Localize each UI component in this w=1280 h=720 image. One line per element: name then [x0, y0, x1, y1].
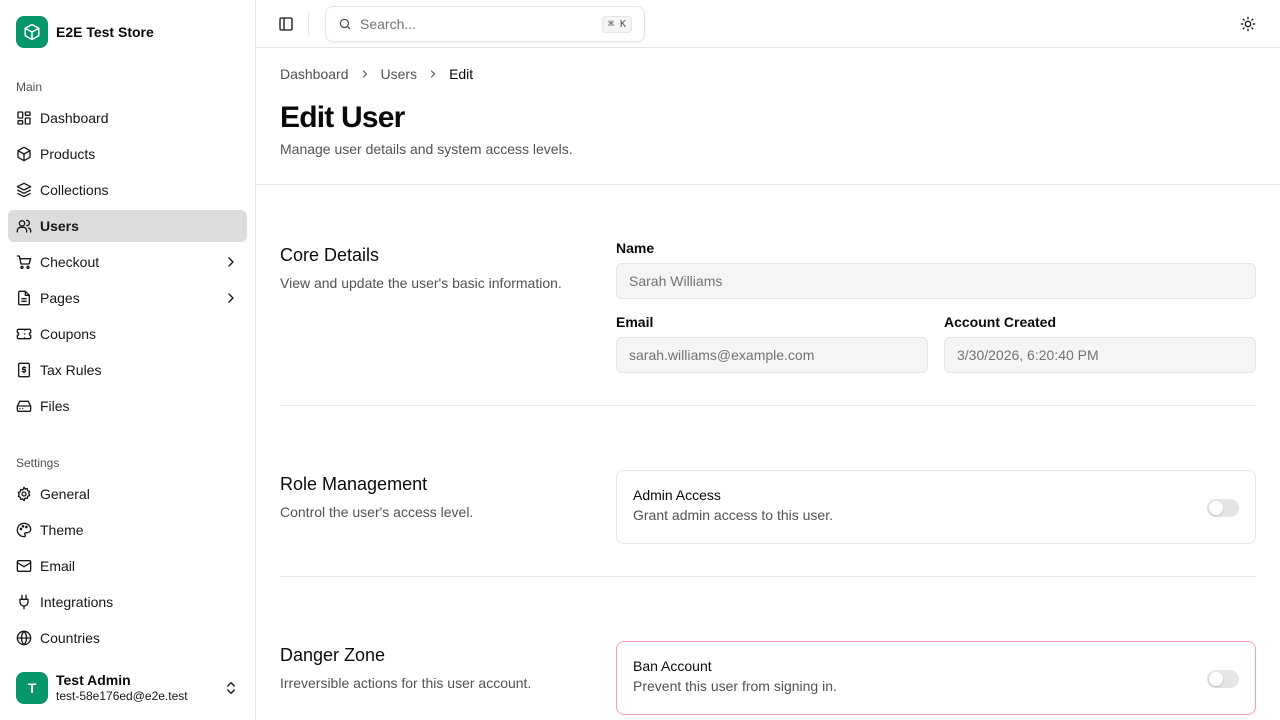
ban-account-toggle[interactable] [1207, 670, 1239, 688]
account-created-field[interactable]: 3/30/2026, 6:20:40 PM [944, 337, 1256, 373]
role-management-title: Role Management [280, 474, 428, 494]
email-label: Email [616, 314, 654, 330]
ticket-icon [16, 326, 32, 342]
sidebar-item-label: Integrations [40, 594, 114, 610]
store-switcher[interactable]: E2E Test Store [16, 16, 154, 48]
settings-nav: General Theme Email Integrations Countri… [8, 478, 247, 658]
admin-access-toggle[interactable] [1207, 499, 1239, 517]
palette-icon [16, 522, 32, 538]
user-name: Test Admin [56, 672, 131, 688]
chevron-right-icon [223, 290, 239, 306]
sidebar-item-collections[interactable]: Collections [8, 174, 247, 206]
account-created-label: Account Created [944, 314, 1057, 330]
sidebar-item-coupons[interactable]: Coupons [8, 318, 247, 350]
mail-icon [16, 558, 32, 574]
package-icon [16, 146, 32, 162]
main-nav: Dashboard Products Collections Users Che… [8, 102, 247, 426]
sidebar-item-label: Email [40, 558, 76, 574]
sidebar-item-label: Products [40, 146, 96, 162]
sidebar-item-products[interactable]: Products [8, 138, 247, 170]
sidebar-item-label: Pages [40, 290, 80, 306]
user-email: test-58e176ed@e2e.test [56, 689, 188, 703]
section-divider [280, 576, 1256, 577]
sidebar-item-users[interactable]: Users [8, 210, 247, 242]
breadcrumb-current: Edit [449, 66, 474, 82]
sidebar-toggle-icon[interactable] [278, 16, 294, 32]
sidebar-item-pages[interactable]: Pages [8, 282, 247, 314]
sidebar-item-dashboard[interactable]: Dashboard [8, 102, 247, 134]
danger-zone-title: Danger Zone [280, 645, 386, 665]
sidebar-item-label: Dashboard [40, 110, 109, 126]
topbar: Search... ⌘ K [256, 0, 1280, 48]
page-subtitle: Manage user details and system access le… [280, 141, 573, 157]
ban-account-title: Ban Account [633, 658, 712, 674]
search-shortcut: ⌘ K [601, 15, 632, 33]
chevron-right-icon [223, 254, 239, 270]
globe-icon [16, 630, 32, 646]
sidebar-item-general[interactable]: General [8, 478, 247, 510]
dashboard-icon [16, 110, 32, 126]
sidebar-item-label: Theme [40, 522, 84, 538]
sun-icon[interactable] [1240, 16, 1256, 32]
sidebar-item-label: Files [40, 398, 70, 414]
name-label: Name [616, 240, 655, 256]
search-placeholder: Search... [360, 16, 417, 32]
sidebar-item-label: Countries [40, 630, 100, 646]
sidebar-item-label: Checkout [40, 254, 100, 270]
plug-icon [16, 594, 32, 610]
breadcrumb-users[interactable]: Users [381, 66, 418, 82]
ban-account-desc: Prevent this user from signing in. [633, 678, 837, 694]
admin-access-title: Admin Access [633, 487, 721, 503]
sidebar-item-tax-rules[interactable]: Tax Rules [8, 354, 247, 386]
box-icon [16, 16, 48, 48]
sidebar-item-label: Users [40, 218, 79, 234]
role-management-desc: Control the user's access level. [280, 504, 474, 520]
danger-zone-desc: Irreversible actions for this user accou… [280, 675, 532, 691]
user-info: Test Admin test-58e176ed@e2e.test [56, 672, 188, 704]
sidebar-item-label: Coupons [40, 326, 97, 342]
settings-group-label: Settings [16, 456, 60, 470]
breadcrumb-dashboard[interactable]: Dashboard [280, 66, 349, 82]
core-details-title: Core Details [280, 245, 380, 265]
core-details-desc: View and update the user's basic informa… [280, 275, 562, 291]
receipt-icon [16, 362, 32, 378]
main-group-label: Main [16, 80, 43, 94]
ban-account-card: Ban Account Prevent this user from signi… [616, 641, 1256, 715]
sidebar: E2E Test Store Main Dashboard Products C… [0, 0, 256, 720]
search-input[interactable]: Search... ⌘ K [325, 6, 645, 42]
chevron-right-icon [427, 68, 439, 80]
breadcrumb: Dashboard Users Edit [280, 64, 473, 84]
sidebar-item-integrations[interactable]: Integrations [8, 586, 247, 618]
layers-icon [16, 182, 32, 198]
sidebar-item-checkout[interactable]: Checkout [8, 246, 247, 278]
admin-access-desc: Grant admin access to this user. [633, 507, 833, 523]
section-divider [280, 405, 1256, 406]
sidebar-item-files[interactable]: Files [8, 390, 247, 422]
hard-drive-icon [16, 398, 32, 414]
page-title: Edit User [280, 101, 405, 134]
header-divider [256, 184, 1280, 185]
avatar: T [16, 672, 48, 704]
name-field[interactable]: Sarah Williams [616, 263, 1256, 299]
toggle-knob [1209, 501, 1223, 515]
email-field[interactable]: sarah.williams@example.com [616, 337, 928, 373]
sidebar-item-email[interactable]: Email [8, 550, 247, 582]
store-name: E2E Test Store [56, 24, 154, 40]
users-icon [16, 218, 32, 234]
sidebar-item-label: Tax Rules [40, 362, 102, 378]
sidebar-item-label: General [40, 486, 90, 502]
chevron-right-icon [359, 68, 371, 80]
cart-icon [16, 254, 32, 270]
topbar-divider [308, 12, 309, 36]
admin-access-card: Admin Access Grant admin access to this … [616, 470, 1256, 544]
toggle-knob [1209, 672, 1223, 686]
sidebar-item-label: Collections [40, 182, 109, 198]
file-icon [16, 290, 32, 306]
sidebar-item-theme[interactable]: Theme [8, 514, 247, 546]
chevrons-up-down-icon [223, 680, 239, 696]
search-icon [338, 17, 352, 31]
gear-icon [16, 486, 32, 502]
user-menu[interactable]: T Test Admin test-58e176ed@e2e.test [8, 664, 247, 712]
sidebar-item-countries[interactable]: Countries [8, 622, 247, 654]
